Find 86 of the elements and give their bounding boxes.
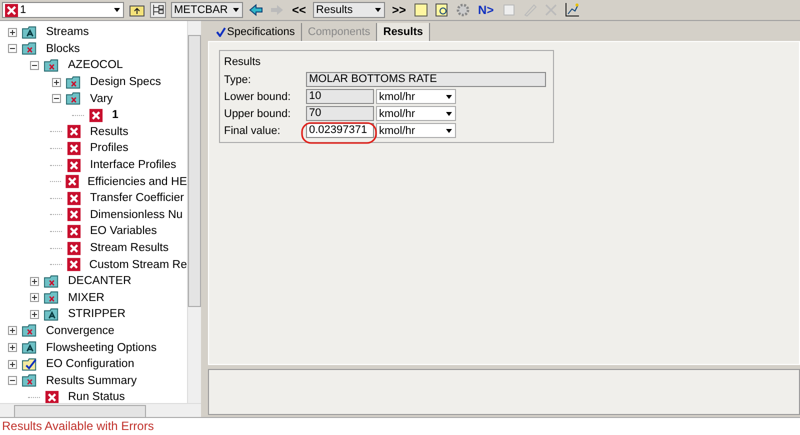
tree-item[interactable]: DECANTER — [64, 275, 132, 288]
type-field: MOLAR BOTTOMS RATE — [306, 72, 546, 87]
tree-item[interactable]: Convergence — [42, 324, 114, 337]
folder-x-icon — [21, 373, 39, 388]
folder-x-icon — [65, 74, 83, 90]
tree-item[interactable]: Interface Profiles — [86, 159, 176, 172]
error-icon — [65, 190, 83, 206]
value-field: 70 — [306, 106, 374, 121]
tree-item[interactable]: EO Variables — [86, 225, 157, 238]
unit-dropdown[interactable]: kmol/hr — [376, 106, 456, 121]
tree-item[interactable]: Custom Stream Re — [85, 258, 187, 271]
error-icon — [87, 108, 105, 123]
block-selector[interactable]: METCBAR — [171, 2, 243, 18]
folder-x-icon — [43, 58, 61, 73]
unit-dropdown[interactable]: kmol/hr — [376, 123, 456, 138]
error-icon — [65, 158, 83, 173]
expander-icon[interactable] — [6, 326, 18, 336]
folder-x-icon — [65, 91, 83, 106]
expander-icon[interactable] — [50, 94, 62, 104]
back-arrow-icon[interactable] — [248, 2, 264, 18]
folder-a-icon — [21, 340, 39, 356]
tree-item[interactable]: Profiles — [86, 142, 128, 154]
expander-icon[interactable] — [28, 276, 40, 286]
tree-item[interactable]: Blocks — [42, 42, 80, 55]
expander-icon[interactable] — [28, 60, 40, 70]
unit-dropdown[interactable]: kmol/hr — [376, 89, 456, 104]
tree-item[interactable]: Vary — [86, 92, 113, 105]
folder-a-icon — [43, 306, 61, 322]
expander-icon[interactable] — [28, 310, 40, 319]
tree-item[interactable]: Dimensionless Nu — [86, 208, 183, 221]
field-label: Type: — [224, 74, 252, 86]
folder-x-icon — [21, 323, 39, 338]
folder-check-icon — [21, 356, 39, 372]
error-icon — [5, 4, 18, 16]
error-icon — [64, 174, 80, 190]
tree-item[interactable]: AZEOCOL — [64, 59, 123, 72]
expander-icon[interactable] — [28, 293, 40, 302]
vertical-scrollbar[interactable] — [187, 21, 201, 403]
expander-icon[interactable] — [50, 78, 62, 87]
tree-item[interactable]: Efficiencies and HE — [83, 176, 187, 188]
field-label: Lower bound: — [224, 90, 292, 102]
value-field: 10 — [306, 89, 374, 104]
expander-icon[interactable] — [6, 360, 18, 369]
error-icon — [64, 257, 82, 272]
next-form-button[interactable]: >> — [390, 3, 408, 17]
group-title: Results — [224, 56, 262, 68]
tree-view-icon[interactable] — [150, 2, 166, 18]
tree-item[interactable]: Streams — [42, 26, 89, 38]
error-icon — [65, 140, 83, 156]
expander-icon[interactable] — [6, 376, 18, 386]
tree-item[interactable]: Transfer Coefficier — [86, 192, 184, 204]
note-icon[interactable] — [413, 2, 430, 18]
tree-item[interactable]: Design Specs — [86, 76, 161, 88]
tree-item[interactable]: STRIPPER — [64, 308, 126, 320]
expander-icon[interactable] — [6, 44, 18, 54]
status-message: Results Available with Errors — [0, 417, 800, 435]
tree-item[interactable]: Run Status — [64, 391, 125, 403]
folder-x-icon — [43, 290, 61, 306]
expander-icon[interactable] — [6, 343, 18, 352]
tree-item[interactable]: MIXER — [64, 292, 104, 304]
error-icon — [65, 240, 83, 256]
field-label: Final value: — [224, 124, 282, 136]
value-field: 0.02397371 — [306, 123, 374, 138]
tree-item[interactable]: Stream Results — [86, 242, 169, 254]
tree-item[interactable]: Flowsheeting Options — [42, 342, 157, 354]
folder-a-icon — [21, 24, 39, 40]
form-selector[interactable]: Results — [313, 2, 386, 18]
next-input-button[interactable]: N> — [476, 3, 496, 17]
document-icon[interactable] — [434, 2, 450, 18]
item-selector[interactable]: 1 — [2, 2, 124, 18]
error-icon — [65, 207, 83, 222]
chart-icon[interactable] — [564, 2, 580, 18]
error-icon — [65, 124, 83, 140]
tab[interactable]: Results — [377, 23, 430, 41]
expander-icon[interactable] — [6, 28, 18, 37]
field-label: Upper bound: — [224, 108, 292, 120]
horizontal-scrollbar[interactable] — [0, 403, 201, 417]
tree-item[interactable]: EO Configuration — [42, 358, 134, 370]
tree-item[interactable]: 1 — [108, 109, 118, 122]
tree-item[interactable]: Results — [86, 126, 128, 138]
error-icon — [65, 224, 83, 239]
previous-form-button[interactable]: << — [290, 3, 308, 17]
tree-item[interactable]: Results Summary — [42, 374, 137, 387]
folder-x-icon — [21, 41, 39, 56]
folder-x-icon — [43, 274, 61, 289]
error-icon — [43, 390, 61, 403]
